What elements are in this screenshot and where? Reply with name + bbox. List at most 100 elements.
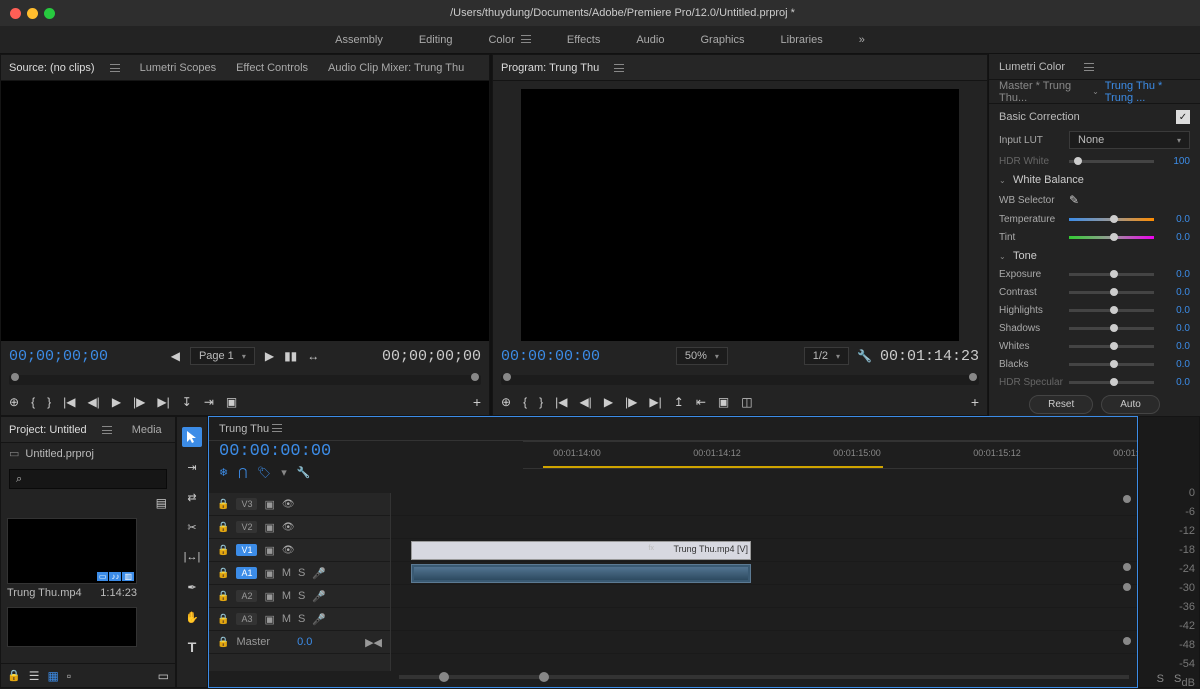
- play-icon[interactable]: ▶: [112, 395, 121, 409]
- track-select-tool[interactable]: ⇥: [182, 457, 202, 477]
- tab-lumetri-scopes[interactable]: Lumetri Scopes: [140, 62, 216, 74]
- track-tag[interactable]: V3: [236, 498, 257, 510]
- audio-clip[interactable]: [411, 564, 751, 583]
- timeline-track-area[interactable]: fxTrung Thu.mp4 [V]: [391, 493, 1137, 671]
- bin-clip-empty[interactable]: [7, 607, 137, 647]
- tone-title[interactable]: Tone: [1013, 250, 1037, 262]
- timeline-settings-icon[interactable]: ▾: [281, 466, 287, 479]
- tab-audio-clip-mixer[interactable]: Audio Clip Mixer: Trung Thu: [328, 62, 464, 74]
- collapse-icon[interactable]: ▶◀: [365, 636, 382, 649]
- solo-button[interactable]: S: [298, 590, 305, 602]
- freeform-view-icon[interactable]: ▫: [67, 669, 71, 683]
- page-prev-icon[interactable]: ◀: [171, 349, 180, 363]
- ripple-edit-tool[interactable]: ⇄: [182, 487, 202, 507]
- track-master[interactable]: [391, 631, 1137, 654]
- source-scrubber[interactable]: [9, 375, 481, 385]
- voice-over-icon[interactable]: 🎤: [312, 590, 326, 603]
- lock-icon[interactable]: 🔒: [7, 669, 21, 682]
- workspace-menu-icon[interactable]: [521, 35, 531, 43]
- search-input[interactable]: ⌕: [9, 469, 167, 489]
- white-balance-title[interactable]: White Balance: [1013, 174, 1084, 186]
- tint-slider[interactable]: [1069, 236, 1154, 239]
- sync-lock-icon[interactable]: ▣: [264, 590, 274, 603]
- hdr-white-value[interactable]: 100: [1160, 156, 1190, 167]
- lock-icon[interactable]: 🔒: [217, 499, 229, 510]
- insert-icon[interactable]: ↧: [182, 395, 192, 409]
- track-v2[interactable]: [391, 516, 1137, 539]
- step-back-icon[interactable]: ◀|: [579, 395, 591, 409]
- timeline-ruler[interactable]: 00:01:14:00 00:01:14:12 00:01:15:00 00:0…: [523, 441, 1137, 469]
- solo-left-button[interactable]: S: [1157, 673, 1164, 685]
- whites-value[interactable]: 0.0: [1160, 341, 1190, 352]
- step-fwd-icon[interactable]: |▶: [625, 395, 637, 409]
- disclose-icon[interactable]: ⌄: [999, 176, 1007, 185]
- basic-correction-toggle[interactable]: ✓: [1176, 110, 1190, 124]
- wrench-icon[interactable]: 🔧: [297, 466, 311, 479]
- filter-icon[interactable]: ▤: [156, 496, 167, 510]
- sync-lock-icon[interactable]: ▣: [264, 544, 274, 557]
- hdr-specular-slider[interactable]: [1069, 381, 1154, 384]
- solo-button[interactable]: S: [298, 567, 305, 579]
- video-clip[interactable]: fxTrung Thu.mp4 [V]: [411, 541, 751, 560]
- lock-icon[interactable]: 🔒: [217, 614, 229, 625]
- eye-icon[interactable]: 👁: [282, 499, 295, 510]
- workspace-graphics[interactable]: Graphics: [700, 34, 744, 46]
- lift-icon[interactable]: ↥: [674, 395, 684, 409]
- exposure-slider[interactable]: [1069, 273, 1154, 276]
- basic-correction-title[interactable]: Basic Correction: [999, 111, 1080, 123]
- input-lut-dropdown[interactable]: None▾: [1069, 131, 1190, 149]
- pen-tool[interactable]: ✒: [182, 577, 202, 597]
- type-tool[interactable]: T: [182, 637, 202, 657]
- comparison-icon[interactable]: ◫: [741, 395, 752, 409]
- export-frame-icon[interactable]: ▣: [718, 395, 729, 409]
- track-a2[interactable]: [391, 585, 1137, 608]
- tint-value[interactable]: 0.0: [1160, 232, 1190, 243]
- maximize-window-button[interactable]: [44, 8, 55, 19]
- track-v1[interactable]: fxTrung Thu.mp4 [V]: [391, 539, 1137, 562]
- track-header-a1[interactable]: 🔒A1▣MS🎤: [209, 562, 390, 585]
- lock-icon[interactable]: 🔒: [217, 591, 229, 602]
- eye-icon[interactable]: 👁: [282, 522, 295, 533]
- reset-button[interactable]: Reset: [1029, 395, 1093, 414]
- marker-icon[interactable]: ▮▮: [284, 349, 297, 363]
- contrast-slider[interactable]: [1069, 291, 1154, 294]
- chevron-down-icon[interactable]: ⌄: [1092, 87, 1099, 96]
- lock-icon[interactable]: 🔒: [217, 568, 229, 579]
- tab-program[interactable]: Program: Trung Thu: [501, 62, 624, 74]
- tab-media[interactable]: Media: [132, 424, 162, 436]
- export-frame-icon[interactable]: ▣: [226, 395, 237, 409]
- program-scrubber[interactable]: [501, 375, 979, 385]
- workspace-assembly[interactable]: Assembly: [335, 34, 383, 46]
- master-clip-label[interactable]: Master * Trung Thu...: [999, 80, 1086, 104]
- go-out-icon[interactable]: ▶|: [649, 395, 661, 409]
- temperature-value[interactable]: 0.0: [1160, 214, 1190, 225]
- play-icon[interactable]: ▶: [604, 395, 613, 409]
- eyedropper-icon[interactable]: ✎: [1069, 193, 1079, 207]
- workspace-audio[interactable]: Audio: [636, 34, 664, 46]
- selection-tool[interactable]: [182, 427, 202, 447]
- workspace-effects[interactable]: Effects: [567, 34, 600, 46]
- track-tag[interactable]: A3: [236, 613, 257, 625]
- settings-wrench-icon[interactable]: 🔧: [857, 349, 872, 363]
- lock-icon[interactable]: 🔒: [217, 637, 229, 648]
- linked-selection-icon[interactable]: ⋂: [238, 466, 247, 479]
- sync-lock-icon[interactable]: ▣: [264, 521, 274, 534]
- razor-tool[interactable]: ✂: [182, 517, 202, 537]
- track-header-a2[interactable]: 🔒A2▣MS🎤: [209, 585, 390, 608]
- timeline-zoom-bar[interactable]: [399, 675, 1129, 685]
- mark-out-icon[interactable]: }: [47, 395, 51, 409]
- track-header-v3[interactable]: 🔒V3▣👁: [209, 493, 390, 516]
- step-back-icon[interactable]: ◀|: [87, 395, 99, 409]
- add-marker-icon[interactable]: ⊕: [9, 395, 19, 409]
- bracket-icon[interactable]: ↔: [307, 349, 319, 363]
- eye-icon[interactable]: 👁: [282, 545, 295, 556]
- voice-over-icon[interactable]: 🎤: [312, 613, 326, 626]
- source-timecode-in[interactable]: 00;00;00;00: [9, 349, 108, 364]
- shadows-slider[interactable]: [1069, 327, 1154, 330]
- bin-clip[interactable]: ▭♪♪▥ Trung Thu.mp4 1:14:23: [7, 518, 137, 599]
- hdr-white-slider[interactable]: [1069, 160, 1154, 163]
- icon-view-icon[interactable]: ▦: [47, 669, 58, 683]
- master-value[interactable]: 0.0: [297, 636, 312, 648]
- snap-icon[interactable]: ❄: [219, 466, 228, 479]
- clip-thumbnail[interactable]: [7, 607, 137, 647]
